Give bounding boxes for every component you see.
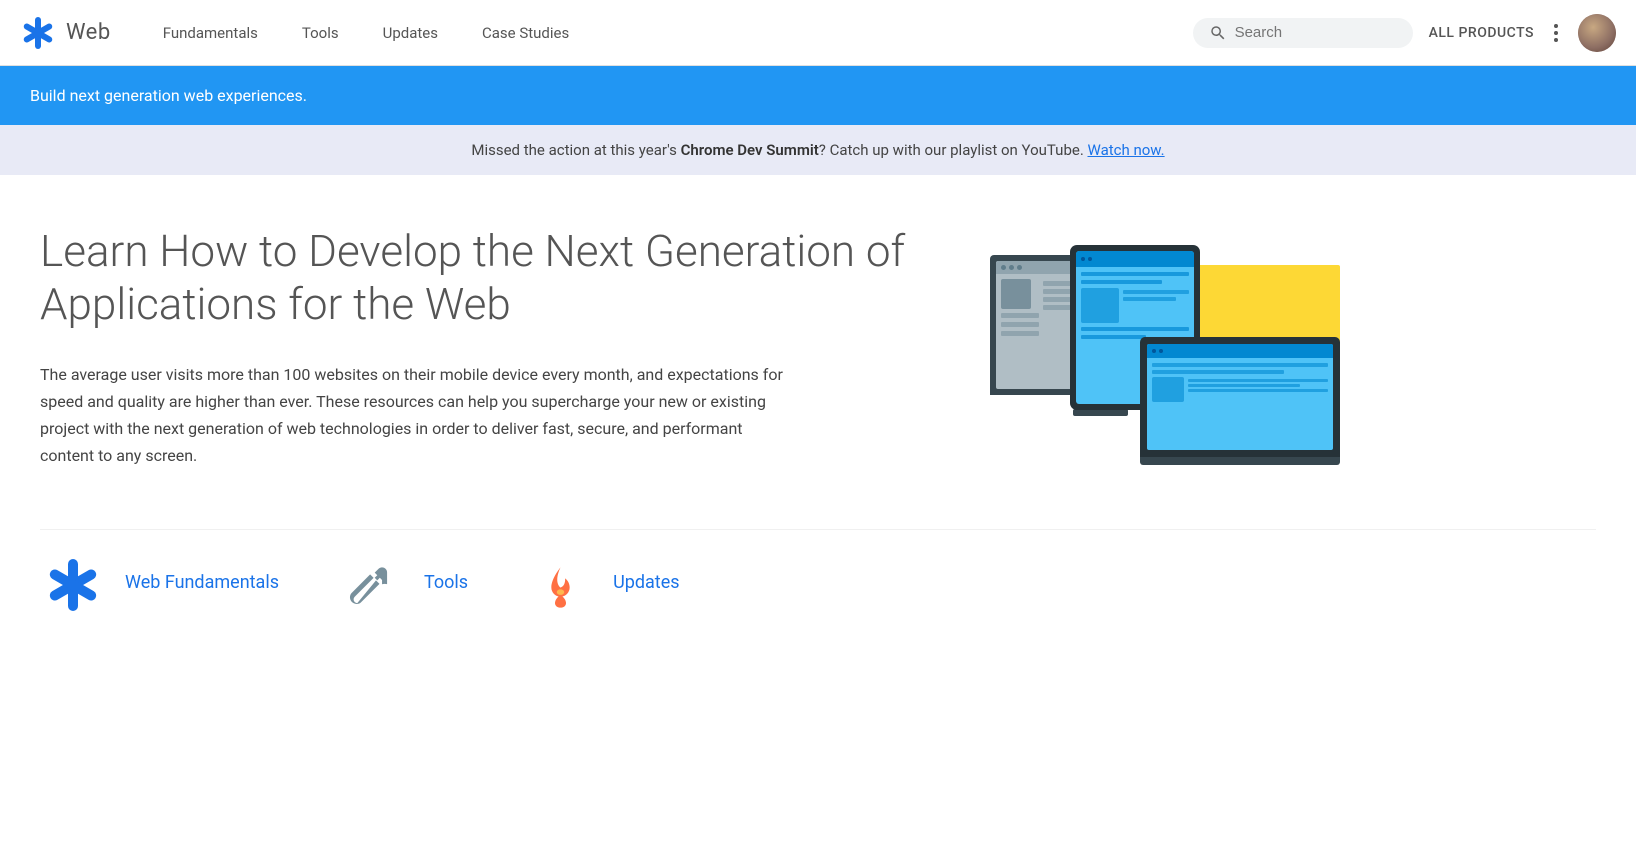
announcement-suffix: ? Catch up with our playlist on YouTube. — [819, 141, 1088, 159]
announcement-text: Missed the action at this year's Chrome … — [471, 141, 1164, 159]
card-updates[interactable]: Updates — [528, 550, 679, 615]
bottom-cards: Web Fundamentals Tools Updates — [40, 529, 1596, 615]
hero-image — [980, 245, 1340, 465]
nav-updates[interactable]: Updates — [361, 0, 460, 66]
navbar: Web Fundamentals Tools Updates Case Stud… — [0, 0, 1636, 66]
hero-section: Learn How to Develop the Next Generation… — [40, 225, 1596, 469]
nav-tools[interactable]: Tools — [280, 0, 361, 66]
card-tools[interactable]: Tools — [339, 550, 468, 615]
nav-case-studies[interactable]: Case Studies — [460, 0, 591, 66]
devices-illustration — [980, 245, 1340, 465]
hero-text: Learn How to Develop the Next Generation… — [40, 225, 940, 469]
main-content: Learn How to Develop the Next Generation… — [0, 175, 1636, 655]
updates-icon — [528, 550, 593, 615]
search-input[interactable] — [1235, 24, 1375, 41]
search-icon — [1209, 24, 1227, 42]
announcement-bold: Chrome Dev Summit — [681, 141, 819, 159]
nav-right: ALL PRODUCTS — [1193, 14, 1616, 52]
more-menu-icon[interactable] — [1550, 20, 1562, 46]
card-web-fundamentals-label: Web Fundamentals — [125, 572, 279, 593]
card-web-fundamentals[interactable]: Web Fundamentals — [40, 550, 279, 615]
web-logo-icon — [20, 15, 56, 51]
tools-icon — [339, 550, 404, 615]
logo-text: Web — [66, 20, 111, 45]
nav-fundamentals[interactable]: Fundamentals — [141, 0, 280, 66]
blue-banner: Build next generation web experiences. — [0, 66, 1636, 125]
announcement-bar: Missed the action at this year's Chrome … — [0, 125, 1636, 175]
blue-banner-text: Build next generation web experiences. — [30, 86, 307, 105]
announcement-link[interactable]: Watch now. — [1088, 141, 1165, 159]
user-avatar[interactable] — [1578, 14, 1616, 52]
all-products-button[interactable]: ALL PRODUCTS — [1429, 25, 1534, 41]
web-fundamentals-icon — [40, 550, 105, 615]
nav-links: Fundamentals Tools Updates Case Studies — [141, 0, 1193, 66]
card-updates-label: Updates — [613, 572, 679, 593]
logo-area[interactable]: Web — [20, 15, 111, 51]
hero-title: Learn How to Develop the Next Generation… — [40, 225, 940, 331]
hero-description: The average user visits more than 100 we… — [40, 361, 800, 470]
card-tools-label: Tools — [424, 572, 468, 593]
announcement-prefix: Missed the action at this year's — [471, 141, 680, 159]
search-container[interactable] — [1193, 18, 1413, 48]
